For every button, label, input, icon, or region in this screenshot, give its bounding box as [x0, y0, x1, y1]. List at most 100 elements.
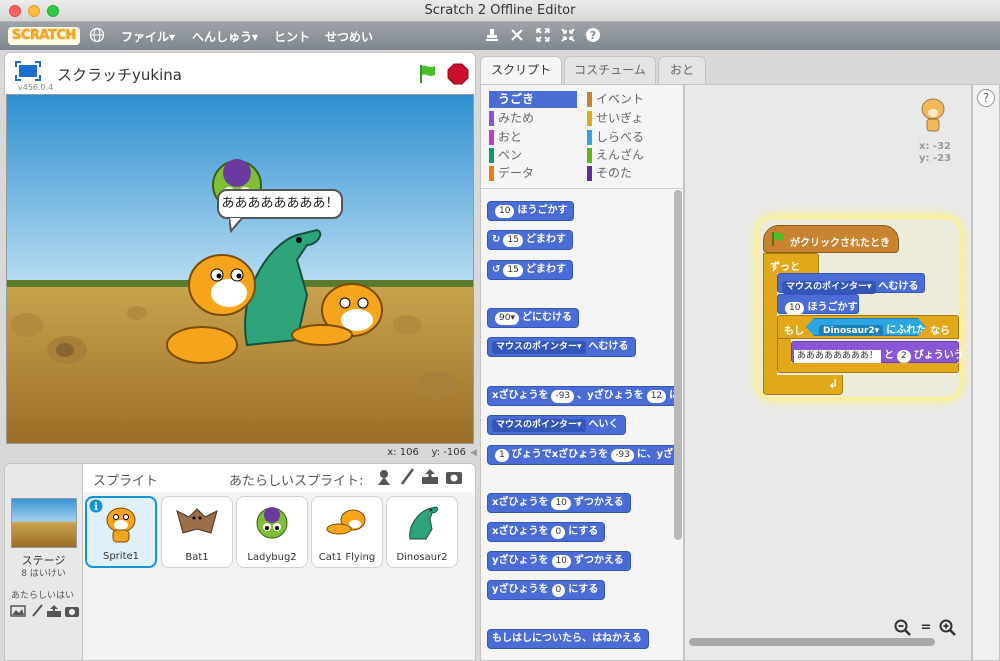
- shrink-icon[interactable]: [559, 27, 577, 45]
- block-move-steps[interactable]: 10 ほうごかす: [487, 201, 575, 221]
- touching-dropdown[interactable]: Dinosaur2▾: [819, 325, 883, 338]
- block-point-towards[interactable]: マウスのポインター▾ へむける: [487, 337, 636, 357]
- upload-icon[interactable]: [46, 604, 62, 621]
- upload-sprite-icon[interactable]: [421, 468, 439, 489]
- category-events[interactable]: イベント: [587, 91, 677, 108]
- cat-flying-thumbnail-icon: [326, 509, 366, 535]
- x-label: x:: [387, 447, 397, 458]
- stop-sign-icon[interactable]: [447, 63, 469, 88]
- block-point-in-direction[interactable]: 90▾ どにむける: [487, 308, 579, 328]
- menu-edit[interactable]: へんしゅう▾: [192, 28, 258, 45]
- move-label: ほうごかす: [807, 302, 858, 313]
- sprite-tile-ladybug2[interactable]: Ladybug2: [236, 496, 308, 568]
- category-data[interactable]: データ: [489, 165, 579, 182]
- sprite-tile-sprite1[interactable]: i Sprite1: [85, 496, 157, 568]
- block-go-to-xy[interactable]: xざひょうを-93、yざひょうを12に: [487, 386, 677, 406]
- collapse-stage-icon[interactable]: ◀: [470, 448, 477, 458]
- window-title: Scratch 2 Offline Editor: [424, 3, 576, 18]
- say-end-label: びょういう: [913, 350, 964, 361]
- presentation-mode-icon[interactable]: [15, 61, 41, 84]
- scratch-logo[interactable]: SCRATCH: [8, 27, 80, 45]
- then-label: なら: [930, 326, 950, 337]
- script-area[interactable]: x: -32 y: -23 がクリックされたとき ずっと ↲ マウスのポインター…: [684, 84, 972, 661]
- minimize-window-button[interactable]: [28, 5, 40, 17]
- category-control[interactable]: せいぎょ: [587, 110, 677, 127]
- tab-sounds[interactable]: おと: [658, 56, 706, 84]
- category-operators[interactable]: えんざん: [587, 147, 677, 164]
- zoom-reset-icon[interactable]: =: [917, 619, 935, 637]
- palette-scrollbar[interactable]: [674, 190, 682, 540]
- category-sound[interactable]: おと: [489, 129, 579, 146]
- script-point-towards-block[interactable]: マウスのポインター▾ へむける: [777, 273, 925, 294]
- block-change-y[interactable]: yざひょうを 10 ずつかえる: [487, 551, 631, 571]
- category-pen[interactable]: ペン: [489, 147, 579, 164]
- menu-file[interactable]: ファイル▾: [121, 28, 175, 45]
- category-sensing[interactable]: しらべる: [587, 129, 677, 146]
- point-towards-dropdown[interactable]: マウスのポインター▾: [782, 281, 876, 294]
- sprite-tile-bat1[interactable]: Bat1: [161, 496, 233, 568]
- touching-condition[interactable]: Dinosaur2▾ にふれた: [806, 318, 926, 336]
- tab-scripts[interactable]: スクリプト: [480, 56, 562, 86]
- paint-brush-icon[interactable]: [30, 604, 44, 621]
- cut-scissors-icon[interactable]: [508, 27, 526, 45]
- block-change-x[interactable]: xざひょうを 10 ずつかえる: [487, 493, 631, 513]
- version-label: v456.0.4: [18, 83, 54, 92]
- grow-icon[interactable]: [534, 27, 552, 45]
- landscape-library-icon[interactable]: [10, 604, 26, 621]
- menu-about[interactable]: せつめい: [325, 28, 373, 45]
- mouse-y: -106: [443, 447, 466, 458]
- say-secs-input[interactable]: 2: [897, 350, 911, 363]
- touching-label: にふれた: [886, 325, 927, 336]
- block-turn-right[interactable]: ↻ 15 どまわす: [487, 230, 573, 250]
- camera-icon[interactable]: [64, 604, 80, 621]
- move-steps-input[interactable]: 10: [785, 302, 805, 315]
- zoom-out-icon[interactable]: [894, 619, 912, 637]
- stage-thumbnail[interactable]: [11, 498, 77, 548]
- speech-bubble: ああああああああ！: [217, 189, 343, 219]
- sprite-tile-dinosaur2[interactable]: Dinosaur2: [386, 496, 458, 568]
- if-block[interactable]: もし Dinosaur2▾ にふれた なら: [777, 315, 959, 339]
- sprite-x-position: x: -32: [919, 141, 951, 152]
- block-set-x[interactable]: xざひょうを 0 にする: [487, 522, 606, 542]
- block-categories: うごき みため おと ペン データ イベント せいぎょ しらべる えんざん その…: [481, 85, 683, 189]
- stage-canvas[interactable]: ああああああああ！: [6, 94, 474, 444]
- script-move-block[interactable]: 10 ほうごかす: [777, 294, 859, 315]
- block-glide[interactable]: 1びょうでxざひょうを-93に、yざひ: [487, 445, 677, 465]
- block-go-to[interactable]: マウスのポインター▾ へいく: [487, 415, 626, 435]
- block-set-y[interactable]: yざひょうを 0 にする: [487, 580, 606, 600]
- category-more[interactable]: そのた: [587, 165, 677, 182]
- say-text-input[interactable]: ああああああああ！: [794, 350, 882, 363]
- help-icon[interactable]: ?: [584, 27, 602, 45]
- green-flag-icon[interactable]: [417, 63, 439, 88]
- block-turn-left[interactable]: ↺ 15 どまわす: [487, 260, 573, 280]
- zoom-window-button[interactable]: [47, 5, 59, 17]
- camera-sprite-icon[interactable]: [445, 468, 463, 489]
- category-looks[interactable]: みため: [489, 110, 579, 127]
- loop-arrow-icon: ↲: [828, 377, 839, 391]
- paint-new-sprite-icon[interactable]: [399, 468, 415, 489]
- sprite-library-icon[interactable]: [375, 468, 393, 489]
- svg-text:i: i: [94, 502, 98, 513]
- category-motion[interactable]: うごき: [489, 91, 577, 108]
- current-sprite-icon: [917, 95, 949, 138]
- zoom-in-icon[interactable]: [939, 619, 957, 637]
- close-window-button[interactable]: [9, 5, 21, 17]
- sprite-tile-cat1-flying[interactable]: Cat1 Flying: [311, 496, 383, 568]
- if-label: もし: [784, 326, 804, 337]
- forever-block[interactable]: ずっと: [763, 253, 819, 273]
- forever-bottom: ↲: [763, 375, 843, 395]
- duplicate-stamp-icon[interactable]: [483, 27, 501, 45]
- mouse-x: 106: [399, 447, 419, 458]
- project-title[interactable]: スクラッチyukina: [57, 64, 182, 85]
- help-sidebar: ?: [972, 84, 1000, 661]
- hat-block-when-flag-clicked[interactable]: がクリックされたとき: [763, 225, 899, 253]
- script-horizontal-scrollbar[interactable]: [689, 638, 935, 646]
- info-icon[interactable]: i: [89, 499, 103, 516]
- say-for-secs-block[interactable]: ああああああああ！と 2 びょういう: [791, 341, 964, 363]
- menu-tips[interactable]: ヒント: [274, 28, 310, 45]
- say-mid-label: と: [884, 350, 895, 361]
- globe-icon[interactable]: [88, 27, 106, 45]
- block-bounce[interactable]: もしはしについたら、はねかえる: [487, 629, 649, 649]
- tab-costumes[interactable]: コスチューム: [564, 56, 656, 84]
- block-help-icon[interactable]: ?: [977, 89, 995, 107]
